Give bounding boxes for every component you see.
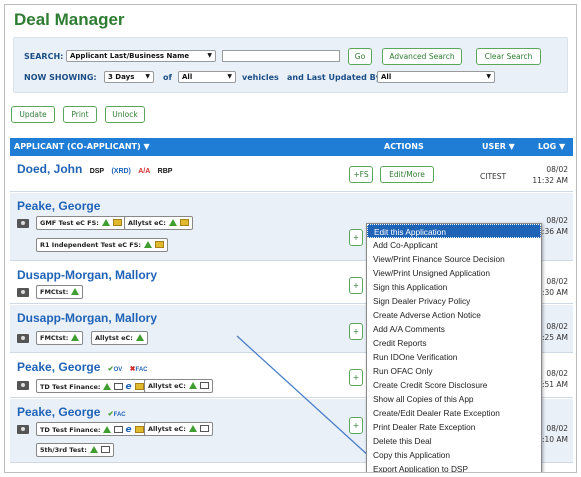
menu-item-credit-reports[interactable]: Credit Reports [367,336,541,350]
menu-item-create-adverse-action[interactable]: Create Adverse Action Notice [367,308,541,322]
menu-item-add-aa-comments[interactable]: Add A/A Comments [367,322,541,336]
menu-item-copy-application[interactable]: Copy this Application [367,448,541,462]
menu-item-sign-privacy-policy[interactable]: Sign Dealer Privacy Policy [367,294,541,308]
menu-item-delete-deal[interactable]: Delete this Deal [367,434,541,448]
deal-manager-panel: Deal Manager SEARCH: Applicant Last/Busi… [4,4,577,473]
menu-item-run-ofac[interactable]: Run OFAC Only [367,364,541,378]
menu-item-show-copies[interactable]: Show all Copies of this App [367,392,541,406]
menu-item-edit-application[interactable]: Edit this Application [367,224,541,238]
menu-item-view-finance-decision[interactable]: View/Print Finance Source Decision [367,252,541,266]
menu-item-export-dsp[interactable]: Export Application to DSP [367,462,541,472]
menu-item-view-unsigned-application[interactable]: View/Print Unsigned Application [367,266,541,280]
edit-more-context-menu: Edit this Application Add Co-Applicant V… [366,223,542,472]
menu-item-sign-application[interactable]: Sign this Application [367,280,541,294]
menu-item-print-rate-exception[interactable]: Print Dealer Rate Exception [367,420,541,434]
menu-item-credit-score-disclosure[interactable]: Create Credit Score Disclosure [367,378,541,392]
menu-item-add-co-applicant[interactable]: Add Co-Applicant [367,238,541,252]
menu-item-dealer-rate-exception[interactable]: Create/Edit Dealer Rate Exception [367,406,541,420]
menu-item-run-idone[interactable]: Run IDOne Verification [367,350,541,364]
